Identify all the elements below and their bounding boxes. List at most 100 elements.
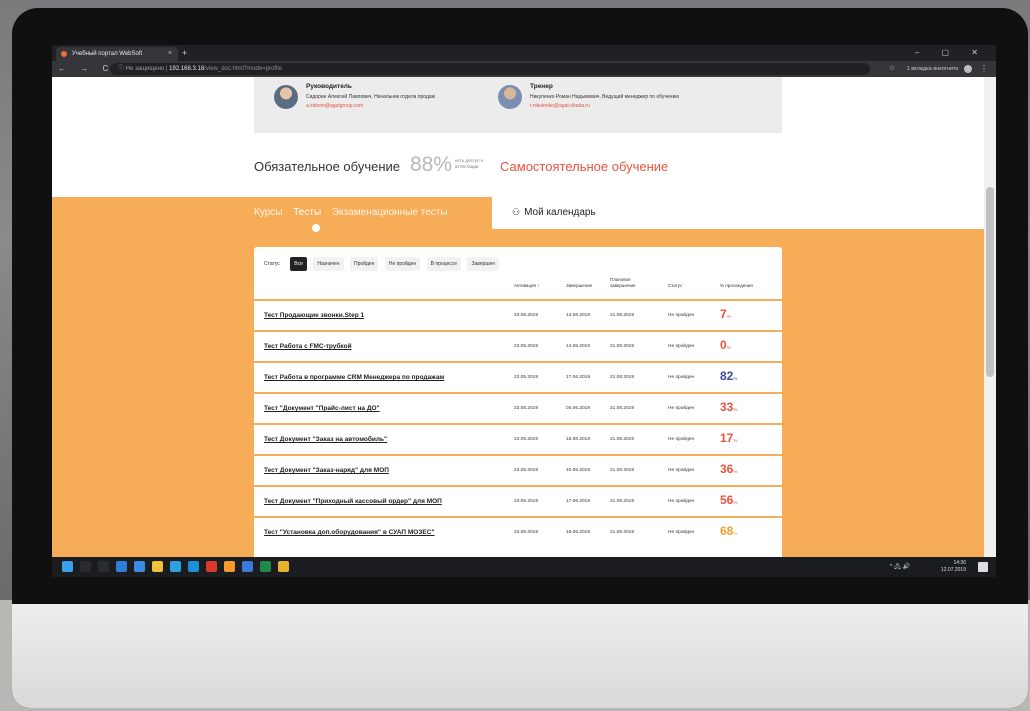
task-view-icon[interactable] xyxy=(97,561,109,572)
table-row[interactable]: Тест "Документ "Прайс-лист на ДО" 23.05.2… xyxy=(254,392,782,423)
completion-date: 10.06.2019 xyxy=(566,468,591,473)
test-name[interactable]: Тест Продающие звонки.Step 1 xyxy=(264,312,364,319)
table-row[interactable]: Тест Продающие звонки.Step 1 23.05.2019 14… xyxy=(254,299,782,330)
percent-sign: % xyxy=(733,500,738,505)
filter-assigned[interactable]: Назначен xyxy=(313,257,344,271)
test-name[interactable]: Тест "Документ "Прайс-лист на ДО" xyxy=(264,405,380,412)
incognito-indicator[interactable]: ☆ 1 вкладка инкогнито xyxy=(889,61,972,77)
window-controls[interactable]: – ▢ ✕ xyxy=(915,45,988,61)
clock[interactable]: 14:36 12.07.2019 xyxy=(941,560,966,574)
completion-date: 17.06.2019 xyxy=(566,375,591,380)
calendar-icon: ⚇ xyxy=(512,207,521,217)
close-tab-icon[interactable]: × xyxy=(168,47,172,61)
windows-start-icon[interactable] xyxy=(61,561,73,572)
browser-toolbar: ← → C ⓘ Не защищено | 192.168.3.18/view_… xyxy=(52,61,996,77)
progress-percent: 36% xyxy=(720,462,737,476)
filter-passed[interactable]: Пройден xyxy=(350,257,379,271)
mandatory-learning-tab[interactable]: Обязательное обучение xyxy=(254,159,400,174)
filter-completed[interactable]: Завершен xyxy=(467,257,499,271)
windows-taskbar: ^ 🖧 🔊 14:36 12.07.2019 xyxy=(52,557,996,577)
tab-courses[interactable]: Курсы xyxy=(254,207,282,218)
filter-not-passed[interactable]: Не пройден xyxy=(384,257,421,271)
app-red-icon[interactable] xyxy=(205,561,217,572)
activation-date: 23.05.2019 xyxy=(514,530,539,535)
bookmark-star-icon[interactable]: ☆ xyxy=(889,65,895,72)
search-icon[interactable] xyxy=(79,561,91,572)
planned-date: 21.08.2019 xyxy=(610,313,635,318)
skype-icon[interactable] xyxy=(169,561,181,572)
app-orange-icon[interactable] xyxy=(223,561,235,572)
page-scrollbar[interactable] xyxy=(984,77,996,557)
activation-date: 23.05.2019 xyxy=(514,375,539,380)
table-header: Активация ↑ Завершение Плановое завершен… xyxy=(254,277,782,295)
test-name[interactable]: Тест Работа в программе CRM Менеджера по… xyxy=(264,374,444,381)
col-status[interactable]: Статус xyxy=(668,283,682,289)
table-row[interactable]: Тест Документ "Заказ-наряд" для МОП 23.05… xyxy=(254,454,782,485)
staff-card: Руководитель Сидорин Алексей Павлович, Н… xyxy=(254,77,782,133)
store-icon[interactable] xyxy=(133,561,145,572)
test-name[interactable]: Тест Документ "Приходный кассовый ордер"… xyxy=(264,498,442,505)
completion-date: 18.06.2019 xyxy=(566,530,591,535)
activation-date: 23.05.2019 xyxy=(514,499,539,504)
tab-tests[interactable]: Тесты xyxy=(293,207,321,218)
tab-exams[interactable]: Экзаменационные тесты xyxy=(332,207,448,218)
planned-date: 21.08.2019 xyxy=(610,406,635,411)
col-completion[interactable]: Завершение xyxy=(566,283,592,289)
clock-date: 12.07.2019 xyxy=(940,567,966,573)
nav-buttons[interactable]: ← → C xyxy=(58,61,114,77)
active-tab-indicator xyxy=(312,224,320,232)
progress-value: 36 xyxy=(720,462,734,476)
security-indicator[interactable]: ⓘ Не защищено | xyxy=(118,66,167,72)
excel-icon[interactable] xyxy=(259,561,271,572)
browser-tab[interactable]: Учебный портал WebSoft × xyxy=(56,47,178,61)
test-name[interactable]: Тест Работа с FMC-трубкой xyxy=(264,343,352,350)
status-filters: Статус Все Назначен Пройден Не пройден В… xyxy=(264,257,501,271)
progress-value: 56 xyxy=(720,493,734,507)
table-row[interactable]: Тест "Установка доп.оборудования" в СУАП… xyxy=(254,516,782,547)
calendar-label: Мой календарь xyxy=(524,207,596,218)
browser-tabbar: Учебный портал WebSoft × + – ▢ ✕ xyxy=(52,45,996,61)
edge-icon[interactable] xyxy=(115,561,127,572)
files-icon[interactable] xyxy=(151,561,163,572)
planned-date: 21.08.2019 xyxy=(610,499,635,504)
incognito-label: 1 вкладка инкогнито xyxy=(906,66,959,72)
test-status: Не пройден xyxy=(668,437,695,442)
skype2-icon[interactable] xyxy=(187,561,199,572)
planned-date: 21.08.2019 xyxy=(610,437,635,442)
new-tab-button[interactable]: + xyxy=(182,45,187,61)
test-name[interactable]: Тест Документ "Заказ-наряд" для МОП xyxy=(264,467,389,474)
calendar-tab[interactable]: ⚇ Мой календарь xyxy=(512,207,596,218)
col-activation[interactable]: Активация ↑ xyxy=(514,283,539,289)
filter-in-progress[interactable]: В процессе xyxy=(426,257,462,271)
self-learning-tab[interactable]: Самостоятельное обучение xyxy=(500,159,668,174)
trainer-role: Тренер xyxy=(530,83,553,90)
progress-value: 33 xyxy=(720,400,734,414)
test-name[interactable]: Тест Документ "Заказ на автомобиль" xyxy=(264,436,387,443)
percent-sign: % xyxy=(726,345,731,350)
test-status: Не пройден xyxy=(668,344,695,349)
address-bar[interactable]: ⓘ Не защищено | 192.168.3.18/view_doc.ht… xyxy=(110,63,870,75)
table-row[interactable]: Тест Работа в программе CRM Менеджера по… xyxy=(254,361,782,392)
browser-menu-icon[interactable]: ⋮ xyxy=(980,61,988,77)
filter-all[interactable]: Все xyxy=(290,257,307,271)
progress-percent: 7% xyxy=(720,307,731,321)
trainer-email[interactable]: r.nikulenko@agat-shada.ru xyxy=(530,103,590,109)
manager-email[interactable]: a.sidorin@agatgroup.com xyxy=(306,103,363,109)
percent-sign: % xyxy=(726,314,731,319)
table-row[interactable]: Тест Документ "Приходный кассовый ордер"… xyxy=(254,485,782,516)
scrollbar-thumb[interactable] xyxy=(986,187,994,377)
url-host: 192.168.3.18 xyxy=(169,66,205,72)
app-grid-icon[interactable] xyxy=(241,561,253,572)
col-planned[interactable]: Плановое завершение xyxy=(610,277,646,288)
table-row[interactable]: Тест Документ "Заказ на автомобиль" 23.05… xyxy=(254,423,782,454)
activation-date: 23.05.2019 xyxy=(514,313,539,318)
system-tray-icons[interactable]: ^ 🖧 🔊 xyxy=(890,562,910,572)
table-row[interactable]: Тест Работа с FMC-трубкой 23.05.2019 14.06… xyxy=(254,330,782,361)
notifications-icon[interactable] xyxy=(978,562,988,572)
progress-value: 0 xyxy=(720,338,727,352)
chrome-icon[interactable] xyxy=(277,561,289,572)
progress-percent: 17% xyxy=(720,431,737,445)
col-progress[interactable]: % прохождения xyxy=(720,283,753,289)
completion-date: 14.06.2019 xyxy=(566,344,591,349)
test-name[interactable]: Тест "Установка доп.оборудования" в СУАП… xyxy=(264,529,435,536)
